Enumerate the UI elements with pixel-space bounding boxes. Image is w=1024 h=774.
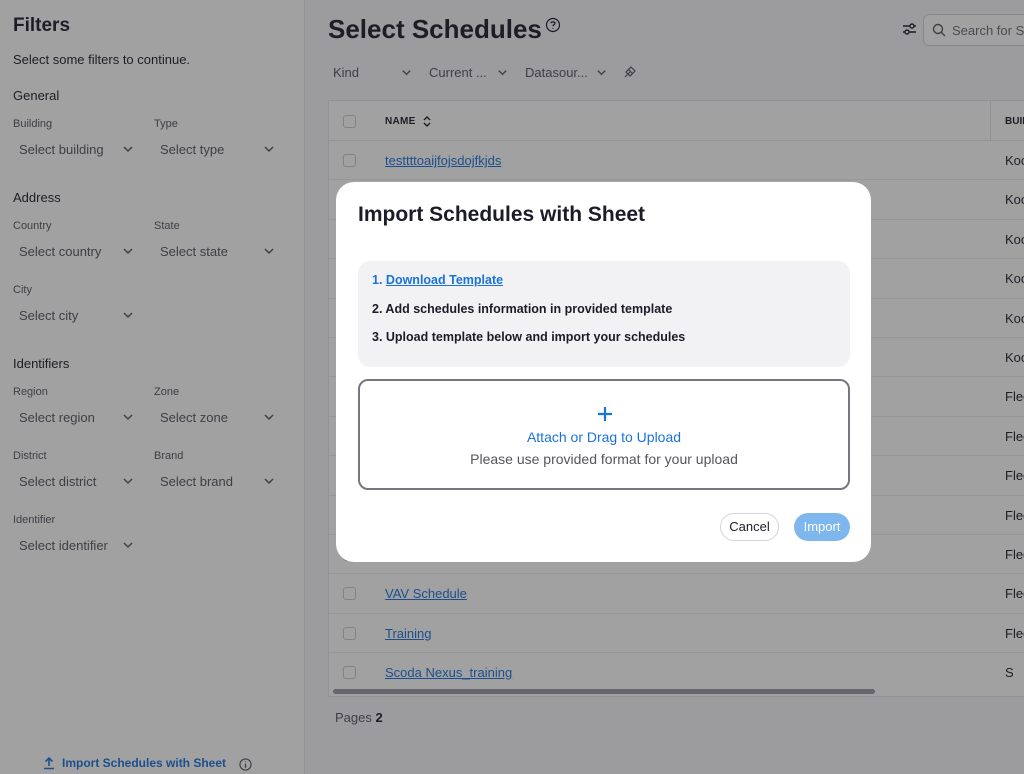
instructions-box: 1. Download Template 2. Add schedules in… bbox=[358, 261, 850, 367]
modal-title: Import Schedules with Sheet bbox=[358, 203, 646, 226]
step-1: 1. Download Template bbox=[372, 273, 503, 287]
import-modal: Import Schedules with Sheet 1. Download … bbox=[336, 182, 871, 562]
cancel-button[interactable]: Cancel bbox=[720, 513, 779, 541]
step-1-number: 1. bbox=[372, 273, 383, 287]
download-template-link[interactable]: Download Template bbox=[386, 273, 503, 287]
plus-icon bbox=[598, 407, 612, 421]
import-button[interactable]: Import bbox=[794, 513, 850, 541]
step-2: 2. Add schedules information in provided… bbox=[372, 302, 673, 316]
upload-prompt: Attach or Drag to Upload bbox=[526, 429, 682, 445]
upload-hint: Please use provided format for your uplo… bbox=[470, 451, 738, 467]
upload-dropzone[interactable]: Attach or Drag to Upload Please use prov… bbox=[358, 379, 850, 490]
step-3: 3. Upload template below and import your… bbox=[372, 330, 686, 344]
